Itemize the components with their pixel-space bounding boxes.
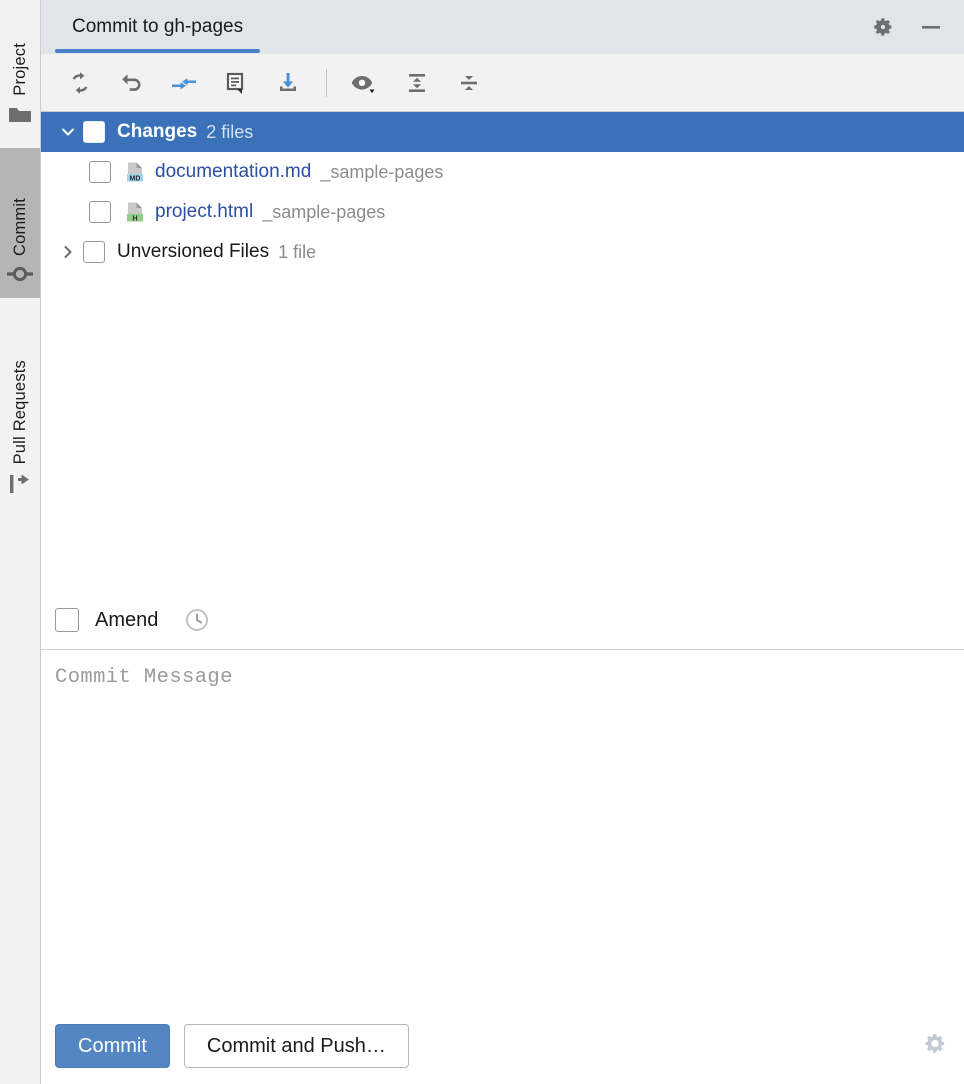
- file-name: documentation.md: [155, 161, 312, 182]
- commit-toolbar: [41, 54, 964, 112]
- refresh-icon[interactable]: [57, 62, 103, 104]
- file-checkbox[interactable]: [89, 201, 111, 223]
- pull-request-icon: [8, 473, 32, 500]
- download-icon[interactable]: [265, 62, 311, 104]
- folder-icon: [8, 105, 32, 130]
- svg-text:H: H: [132, 215, 137, 222]
- sidebar-tab-project-label: Project: [10, 43, 29, 96]
- shelve-arrows-icon[interactable]: [161, 62, 207, 104]
- commit-node-icon: [7, 265, 33, 288]
- amend-checkbox[interactable]: [55, 608, 79, 632]
- html-file-icon: H: [123, 200, 147, 224]
- unversioned-group-count: 1 file: [278, 241, 317, 262]
- active-tab-underline: [55, 49, 261, 53]
- sidebar-tab-pull-requests[interactable]: Pull Requests: [0, 310, 40, 510]
- amend-label: Amend: [95, 608, 159, 631]
- unversioned-group-label: Unversioned Files: [117, 241, 270, 262]
- undo-icon[interactable]: [109, 62, 155, 104]
- changes-tree[interactable]: Changes 2 files MD documentation.md _sam…: [41, 112, 964, 592]
- commit-actions-bar: Commit Commit and Push…: [41, 1008, 964, 1084]
- tab-commit-to-branch[interactable]: Commit to gh-pages: [50, 0, 265, 54]
- clock-history-icon[interactable]: [184, 607, 210, 633]
- file-checkbox[interactable]: [89, 161, 111, 183]
- table-row[interactable]: H project.html _sample-pages: [41, 192, 964, 232]
- gear-icon[interactable]: [870, 14, 896, 40]
- panel-header: Commit to gh-pages: [41, 0, 964, 54]
- page-title: Commit to gh-pages: [72, 16, 244, 37]
- commit-panel: Commit to gh-pages Changes 2 files MD do…: [41, 0, 964, 1084]
- chevron-right-icon[interactable]: [53, 244, 83, 260]
- commit-and-push-button[interactable]: Commit and Push…: [183, 1024, 409, 1068]
- sidebar-tab-commit-label: Commit: [10, 197, 29, 256]
- table-row[interactable]: MD documentation.md _sample-pages: [41, 152, 964, 192]
- amend-bar: Amend: [41, 591, 964, 650]
- tool-window-tab-strip: Project Commit Pull Requests: [0, 0, 41, 1084]
- diff-comment-icon[interactable]: [213, 62, 259, 104]
- file-path: _sample-pages: [262, 201, 386, 222]
- minimize-icon[interactable]: [918, 14, 944, 40]
- file-path: _sample-pages: [320, 161, 444, 182]
- commit-options-gear-icon[interactable]: [922, 1031, 948, 1062]
- sidebar-tab-pull-requests-label: Pull Requests: [10, 359, 29, 464]
- file-name: project.html: [155, 201, 254, 222]
- header-controls: [870, 14, 964, 40]
- sidebar-tab-commit[interactable]: Commit: [0, 148, 40, 298]
- tree-group-unversioned-files[interactable]: Unversioned Files 1 file: [41, 232, 964, 272]
- svg-text:MD: MD: [130, 175, 141, 182]
- commit-message-placeholder: Commit Message: [55, 665, 233, 689]
- commit-tool-window: Project Commit Pull Requests Commit to g…: [0, 0, 964, 1084]
- unversioned-group-checkbox[interactable]: [83, 241, 105, 263]
- commit-message-input[interactable]: Commit Message: [41, 649, 964, 1008]
- changes-group-label: Changes: [117, 121, 198, 142]
- chevron-down-icon[interactable]: [53, 124, 83, 140]
- changes-group-count: 2 files: [206, 121, 254, 142]
- expand-all-icon[interactable]: [394, 62, 440, 104]
- markdown-file-icon: MD: [123, 160, 147, 184]
- collapse-all-icon[interactable]: [446, 62, 492, 104]
- tree-group-changes[interactable]: Changes 2 files: [41, 112, 964, 152]
- commit-button[interactable]: Commit: [55, 1024, 170, 1068]
- changes-group-checkbox[interactable]: [83, 121, 105, 143]
- sidebar-tab-project[interactable]: Project: [0, 0, 40, 140]
- eye-dropdown-icon[interactable]: [342, 62, 388, 104]
- toolbar-separator: [326, 68, 327, 97]
